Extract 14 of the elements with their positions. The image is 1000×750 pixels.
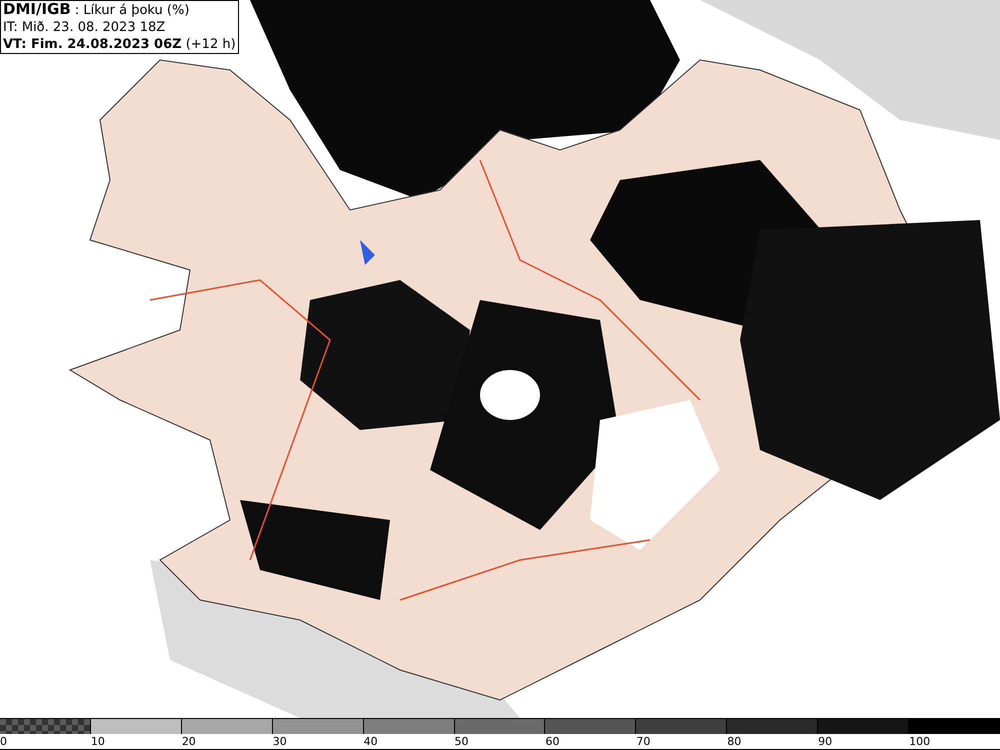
legend-label: 10 (90, 734, 105, 749)
legend-label: 30 (272, 734, 287, 749)
legend-label: 90 (818, 734, 832, 749)
legend-label: 0 (0, 734, 7, 749)
valid-time-text: VT: Fim. 24.08.2023 06Z (+12 h) (3, 36, 236, 53)
initial-time-text: IT: Mið. 23. 08. 2023 18Z (3, 19, 166, 36)
legend-label: 20 (182, 734, 196, 749)
legend-label: 40 (364, 734, 378, 749)
legend-label: 80 (727, 734, 742, 749)
map-title: DMI/IGB : Líkur á þoku (%) (3, 1, 190, 19)
legend-label: 70 (636, 734, 650, 749)
legend-label: 60 (545, 734, 560, 749)
legend-label: 100 (909, 734, 930, 749)
legend-label: 50 (454, 734, 469, 749)
